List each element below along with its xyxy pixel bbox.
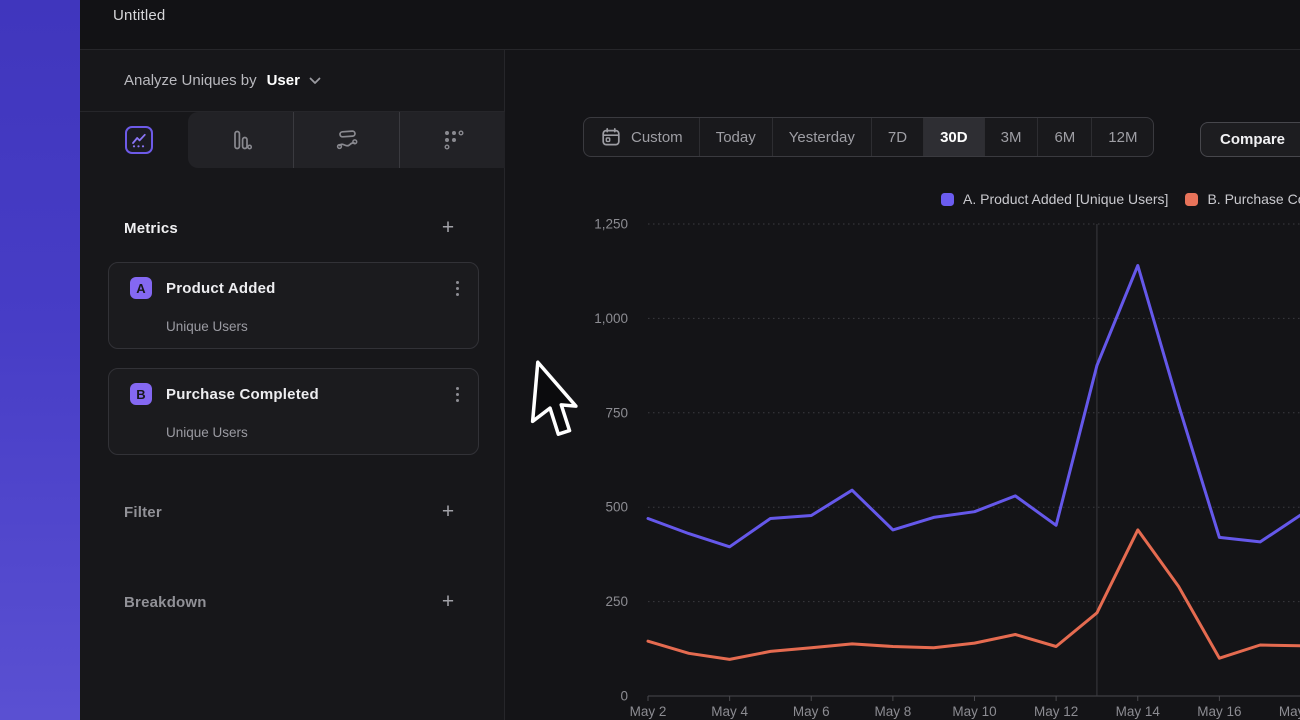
app-window: Untitled Analyze Uniques by User [0,0,1300,720]
x-axis-tick-label: May 12 [1034,704,1078,719]
y-axis-tick-label: 0 [620,689,628,704]
series-line-b[interactable] [648,530,1300,660]
y-axis-tick-label: 500 [605,500,628,515]
x-axis-tick-label: May 10 [952,704,996,719]
x-axis-tick-label: May 16 [1197,704,1241,719]
x-axis-tick-label: May 4 [711,704,748,719]
x-axis-tick-label: May 8 [874,704,911,719]
y-axis-tick-label: 1,000 [594,311,628,326]
y-axis-tick-label: 1,250 [594,217,628,232]
series-line-a[interactable] [648,266,1300,547]
y-axis-tick-label: 250 [605,594,628,609]
x-axis-tick-label: May 18 [1279,704,1300,719]
x-axis-tick-label: May 2 [630,704,667,719]
x-axis-tick-label: May 6 [793,704,830,719]
y-axis-tick-label: 750 [605,405,628,420]
line-chart-plot[interactable]: 0 250 500 750 1,000 1,250 May 2 May 4 May 6 May 8… [0,0,1300,720]
x-axis-tick-label: May 14 [1116,704,1161,719]
